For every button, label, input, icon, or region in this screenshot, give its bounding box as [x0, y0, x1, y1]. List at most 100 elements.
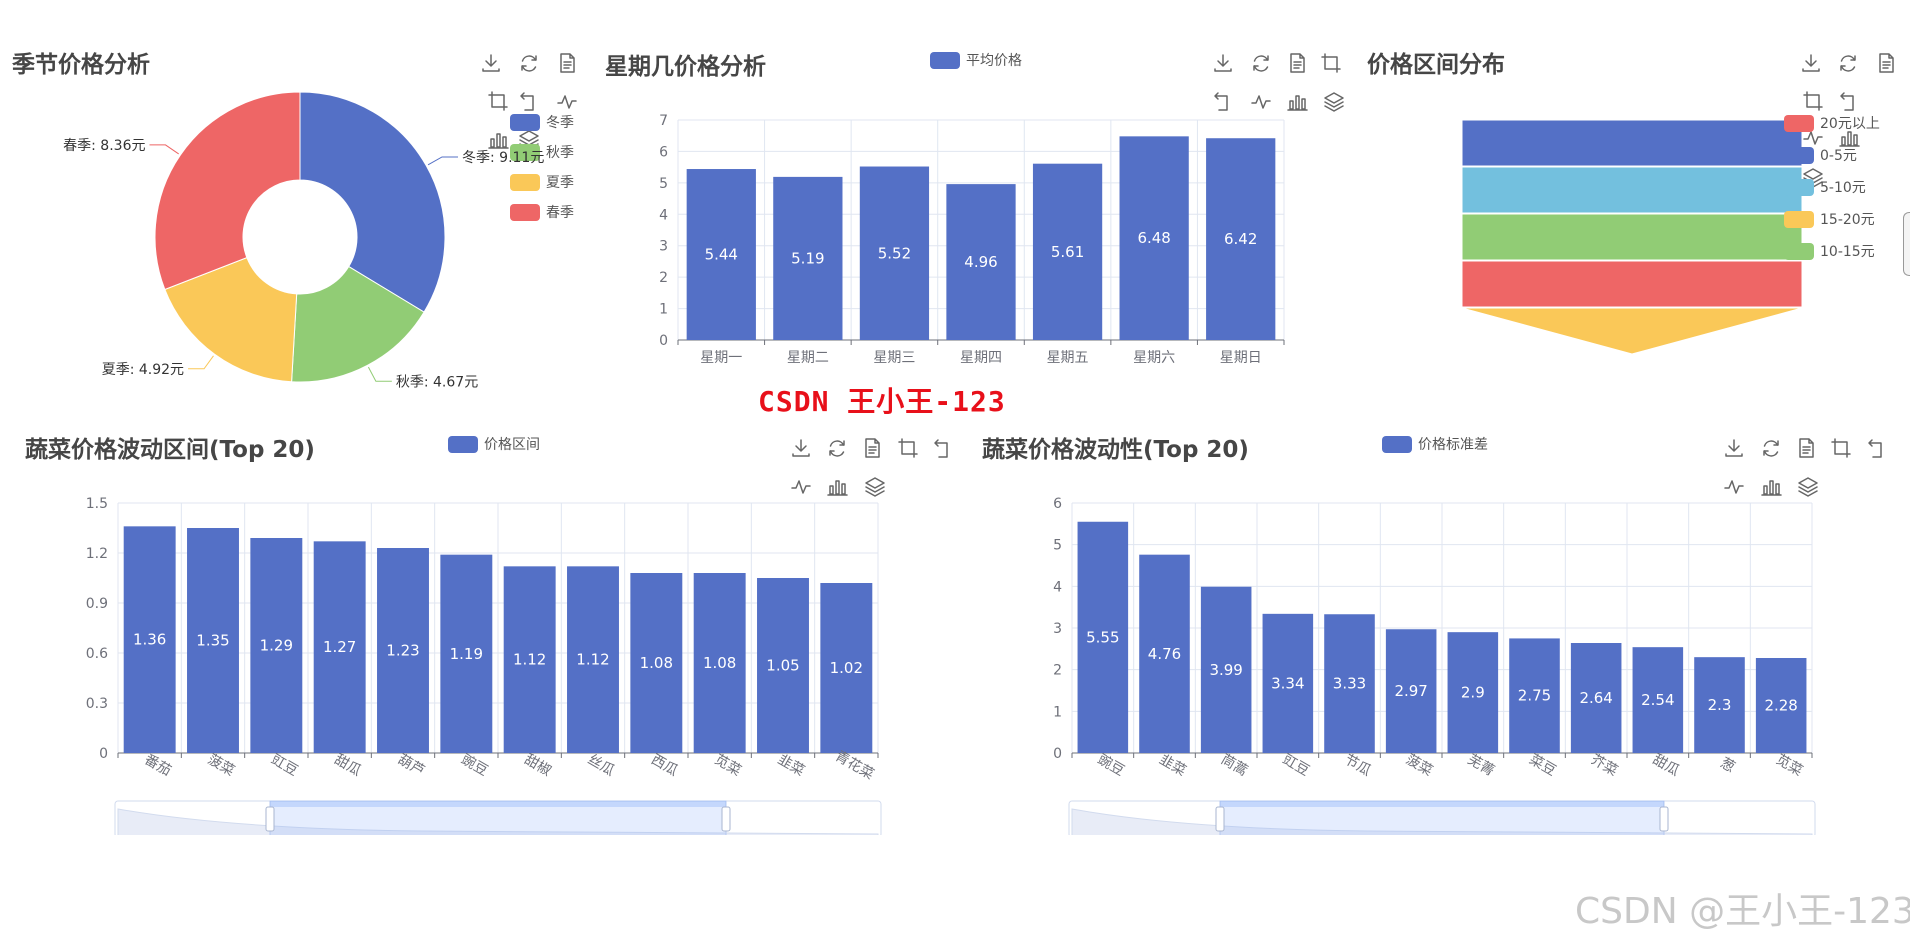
- refresh-icon[interactable]: [826, 437, 848, 459]
- legend-item[interactable]: 0-5元: [1784, 139, 1880, 171]
- legend-swatch: [448, 435, 478, 453]
- volatility-chart-title: 蔬菜价格波动性(Top 20): [982, 437, 1249, 463]
- legend-item[interactable]: 15-20元: [1784, 203, 1880, 235]
- y-tick-label: 6: [1053, 496, 1062, 512]
- x-tick-label: 豌豆: [458, 752, 490, 780]
- refresh-icon[interactable]: [1250, 52, 1272, 74]
- y-tick-label: 0: [659, 333, 668, 349]
- datazoom-top-bar: [1220, 801, 1664, 807]
- legend-label: 15-20元: [1820, 212, 1875, 228]
- stack-icon[interactable]: [1323, 90, 1345, 112]
- csdn-watermark-corner: CSDN @王小王-123: [1575, 891, 1910, 932]
- pie-leader-line: [367, 366, 392, 382]
- download-icon[interactable]: [1723, 437, 1745, 459]
- bar-switch-icon[interactable]: [826, 475, 848, 497]
- line-switch-icon[interactable]: [1723, 475, 1745, 497]
- bar-switch-icon[interactable]: [1760, 475, 1782, 497]
- bar-value-label: 3.34: [1271, 674, 1304, 692]
- data-view-icon[interactable]: [1875, 52, 1897, 74]
- download-icon[interactable]: [1212, 52, 1234, 74]
- bar-value-label: 4.76: [1148, 645, 1181, 663]
- download-icon[interactable]: [790, 437, 812, 459]
- legend-swatch: [1784, 146, 1814, 164]
- x-tick-label: 豌豆: [1095, 752, 1127, 780]
- x-tick-label: 韭菜: [775, 752, 807, 780]
- bar-value-label: 1.35: [196, 632, 229, 650]
- refresh-icon[interactable]: [1837, 52, 1859, 74]
- y-tick-label: 6: [659, 144, 668, 160]
- y-tick-label: 1: [1053, 704, 1062, 720]
- data-view-icon[interactable]: [1286, 52, 1308, 74]
- volatility-legend[interactable]: 价格标准差: [1382, 434, 1488, 454]
- x-tick-label: 甜瓜: [332, 752, 364, 780]
- range-legend: 20元以上 0-5元 5-10元 15-20元 10-15元: [1784, 107, 1880, 267]
- pie-label: 秋季: 4.67元: [396, 374, 478, 390]
- y-tick-label: 0: [1053, 746, 1062, 762]
- download-icon[interactable]: [1800, 52, 1822, 74]
- funnel-stage: [1461, 119, 1803, 167]
- legend-label: 价格标准差: [1418, 437, 1488, 453]
- pie-slice-0: [299, 91, 446, 313]
- legend-label: 价格区间: [484, 437, 540, 453]
- refresh-icon[interactable]: [1760, 437, 1782, 459]
- x-tick-label: 韭菜: [1156, 752, 1188, 780]
- bar-value-label: 1.19: [450, 645, 483, 663]
- weekday-legend[interactable]: 平均价格: [930, 50, 1022, 70]
- y-tick-label: 5: [659, 176, 668, 192]
- pie-leader-line: [427, 156, 459, 166]
- stack-icon[interactable]: [864, 475, 886, 497]
- bar-value-label: 1.36: [133, 631, 166, 649]
- side-scroll-handle[interactable]: [1903, 212, 1910, 276]
- datazoom-handle[interactable]: [1215, 806, 1225, 832]
- x-tick-label: 豇豆: [268, 752, 300, 780]
- legend-swatch: [930, 51, 960, 69]
- y-tick-label: 3: [659, 239, 668, 255]
- bar-value-label: 1.05: [766, 657, 799, 675]
- data-view-icon[interactable]: [1795, 437, 1817, 459]
- bar-value-label: 1.08: [703, 654, 736, 672]
- bar-value-label: 2.28: [1764, 697, 1797, 715]
- line-switch-icon[interactable]: [790, 475, 812, 497]
- x-tick-label: 苋菜: [1773, 752, 1805, 780]
- bar-value-label: 2.97: [1394, 682, 1427, 700]
- legend-item[interactable]: 20元以上: [1784, 107, 1880, 139]
- legend-item[interactable]: 5-10元: [1784, 171, 1880, 203]
- legend-item[interactable]: 10-15元: [1784, 235, 1880, 267]
- data-view-icon[interactable]: [861, 437, 883, 459]
- y-tick-label: 1.5: [86, 496, 108, 512]
- y-tick-label: 1.2: [86, 546, 108, 562]
- bar-value-label: 5.55: [1086, 628, 1119, 646]
- zoom-icon[interactable]: [1830, 437, 1852, 459]
- legend-label: 5-10元: [1820, 180, 1866, 196]
- bar-value-label: 1.08: [640, 654, 673, 672]
- legend-label: 0-5元: [1820, 148, 1857, 164]
- fluct-range-legend[interactable]: 价格区间: [448, 434, 540, 454]
- datazoom-handle[interactable]: [1659, 806, 1669, 832]
- legend-label: 20元以上: [1820, 116, 1880, 132]
- zoom-reset-icon[interactable]: [932, 437, 954, 459]
- x-tick-label: 豇豆: [1280, 752, 1312, 780]
- y-tick-label: 4: [659, 207, 668, 223]
- bar-value-label: 2.75: [1518, 687, 1551, 705]
- bar-value-label: 5.52: [878, 244, 911, 262]
- bar-value-label: 1.29: [260, 637, 293, 655]
- funnel-stage: [1461, 166, 1803, 214]
- x-tick-label: 西瓜: [648, 752, 680, 780]
- volatility-bar-chart: 0 1 2 3 4 5 6 5.55 豌豆 4.76 韭菜 3.99 茼蒿 3.34 豇豆 3.33 节瓜 2.9…: [1053, 496, 1816, 835]
- x-tick-label: 星期三: [873, 350, 915, 366]
- weekday-bar-chart: 0 1 2 3 4 5 6 7 5.44 星期一 5.19 星期二 5.52 星期三 4.96 星期四 5.61…: [659, 113, 1285, 366]
- zoom-icon[interactable]: [897, 437, 919, 459]
- zoom-reset-icon[interactable]: [1866, 437, 1888, 459]
- bar-value-label: 1.12: [576, 651, 609, 669]
- y-tick-label: 1: [659, 302, 668, 318]
- y-tick-label: 3: [1053, 621, 1062, 637]
- y-tick-label: 0.6: [86, 646, 108, 662]
- stack-icon[interactable]: [1797, 475, 1819, 497]
- pie-leader-line: [188, 355, 214, 370]
- pie-label: 冬季: 9.11元: [462, 150, 544, 166]
- zoom-icon[interactable]: [1320, 52, 1342, 74]
- x-tick-label: 星期日: [1220, 350, 1262, 366]
- fluct-range-chart-title: 蔬菜价格波动区间(Top 20): [25, 437, 315, 463]
- datazoom-handle[interactable]: [721, 806, 731, 832]
- datazoom-handle[interactable]: [265, 806, 275, 832]
